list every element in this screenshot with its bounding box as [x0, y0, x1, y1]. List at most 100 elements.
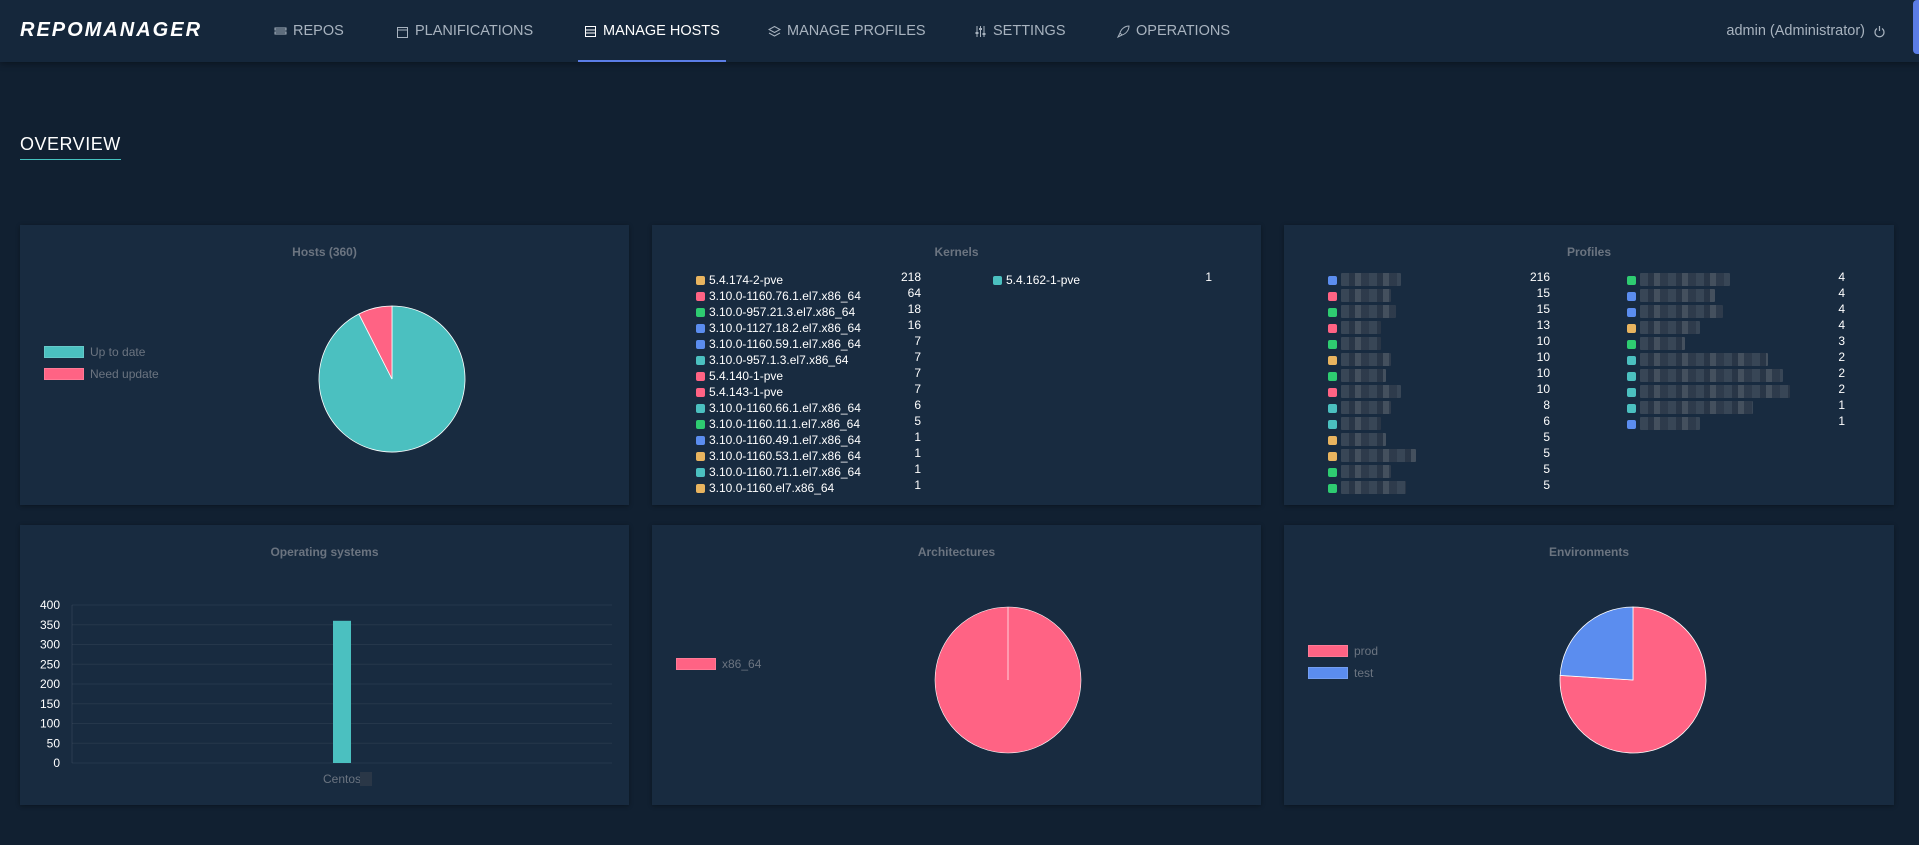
profile-row[interactable]: 13	[1328, 318, 1556, 336]
redacted-name	[1640, 337, 1685, 350]
profile-row[interactable]: 4	[1627, 302, 1853, 320]
kernel-count: 1	[914, 430, 921, 444]
color-swatch	[696, 340, 705, 349]
profile-row[interactable]: 10	[1328, 382, 1556, 400]
y-tick-label: 300	[40, 638, 60, 652]
profile-row[interactable]: 2	[1627, 366, 1853, 384]
color-swatch	[1328, 292, 1337, 301]
profile-row[interactable]: 15	[1328, 302, 1556, 320]
redacted-name	[1640, 321, 1700, 334]
profile-row[interactable]: 10	[1328, 350, 1556, 368]
color-swatch	[1328, 420, 1337, 429]
kernel-count: 16	[907, 318, 921, 332]
kernel-count: 1	[914, 446, 921, 460]
env-slice-test[interactable]	[1559, 606, 1634, 681]
nav-operations-label: OPERATIONS	[1136, 23, 1230, 39]
profile-row[interactable]: 1	[1627, 414, 1853, 432]
kernel-row[interactable]: 5.4.162-1-pve 1	[993, 270, 1223, 288]
profile-row[interactable]: 216	[1328, 270, 1556, 288]
kernel-name: 3.10.0-957.21.3.el7.x86_64	[709, 305, 856, 319]
redacted-name	[1640, 401, 1753, 414]
profile-row[interactable]: 1	[1627, 398, 1853, 416]
nav-manage-hosts[interactable]: MANAGE HOSTS	[578, 0, 726, 62]
profile-count: 1	[1838, 398, 1845, 412]
profile-count: 10	[1536, 382, 1550, 396]
bar-centos[interactable]	[333, 620, 351, 763]
profiles-list-1: 216 15 15 13 10 10 10 10 8 6 5 5 5 5	[1328, 270, 1556, 496]
profile-count: 6	[1543, 414, 1550, 428]
redacted-name	[1640, 289, 1715, 302]
redacted-name	[1640, 369, 1783, 382]
color-swatch	[696, 484, 705, 493]
profile-row[interactable]: 2	[1627, 350, 1853, 368]
power-icon[interactable]	[1873, 25, 1886, 38]
redacted-name	[1640, 273, 1730, 286]
redacted-name	[1341, 417, 1381, 430]
redacted-name	[1341, 353, 1391, 366]
profile-count: 4	[1838, 318, 1845, 332]
profile-row[interactable]: 10	[1328, 366, 1556, 384]
redacted-name	[1341, 369, 1386, 382]
color-swatch	[1328, 372, 1337, 381]
nav-planifications-label: PLANIFICATIONS	[415, 23, 534, 39]
profile-row[interactable]: 15	[1328, 286, 1556, 304]
nav-planifications[interactable]: PLANIFICATIONS	[396, 0, 533, 62]
profile-row[interactable]: 5	[1328, 462, 1556, 480]
profile-row[interactable]: 6	[1328, 414, 1556, 432]
user-menu[interactable]: admin (Administrator)	[1726, 0, 1886, 62]
layers-icon	[768, 25, 781, 37]
app-logo[interactable]: REPOMANAGER	[20, 19, 202, 42]
side-panel-tab[interactable]	[1913, 0, 1919, 54]
kernel-name: 3.10.0-1127.18.2.el7.x86_64	[709, 321, 861, 335]
profile-count: 3	[1838, 334, 1845, 348]
profile-row[interactable]: 5	[1328, 478, 1556, 496]
redacted-name	[1640, 305, 1723, 318]
profile-row[interactable]: 4	[1627, 270, 1853, 288]
color-swatch	[696, 468, 705, 477]
color-swatch	[1328, 356, 1337, 365]
arch-pie-chart	[934, 606, 1082, 754]
profile-count: 15	[1536, 302, 1550, 316]
kernel-count: 18	[907, 302, 921, 316]
nav-operations[interactable]: OPERATIONS	[1117, 0, 1230, 62]
color-swatch	[1328, 452, 1337, 461]
color-swatch	[696, 452, 705, 461]
profile-count: 8	[1543, 398, 1550, 412]
redacted-label	[360, 772, 372, 786]
redacted-name	[1341, 449, 1416, 462]
profile-row[interactable]: 4	[1627, 286, 1853, 304]
profile-row[interactable]: 10	[1328, 334, 1556, 352]
profile-row[interactable]: 4	[1627, 318, 1853, 336]
nav-manage-hosts-label: MANAGE HOSTS	[603, 23, 720, 39]
color-swatch	[1328, 276, 1337, 285]
profile-row[interactable]: 5	[1328, 430, 1556, 448]
kernel-count: 7	[914, 366, 921, 380]
profile-row[interactable]: 2	[1627, 382, 1853, 400]
nav-manage-profiles[interactable]: MANAGE PROFILES	[768, 0, 926, 62]
kernel-count: 7	[914, 350, 921, 364]
redacted-name	[1341, 385, 1401, 398]
color-swatch	[696, 420, 705, 429]
kernel-row[interactable]: 3.10.0-1160.el7.x86_64 1	[696, 478, 936, 496]
profile-count: 2	[1838, 382, 1845, 396]
color-swatch	[696, 292, 705, 301]
profile-row[interactable]: 5	[1328, 446, 1556, 464]
kernel-count: 5	[914, 414, 921, 428]
sliders-icon	[975, 25, 986, 37]
profile-row[interactable]: 3	[1627, 334, 1853, 352]
redacted-name	[1341, 433, 1386, 446]
profile-row[interactable]: 8	[1328, 398, 1556, 416]
profile-count: 216	[1529, 270, 1550, 284]
profiles-list-2: 4 4 4 4 3 2 2 2 1 1	[1627, 270, 1853, 432]
color-swatch	[1627, 276, 1636, 285]
profiles-title: Profiles	[1566, 245, 1611, 259]
nav-repos[interactable]: REPOS	[274, 0, 344, 62]
redacted-name	[1341, 273, 1401, 286]
nav-settings[interactable]: SETTINGS	[974, 0, 1066, 62]
color-swatch	[696, 372, 705, 381]
kernels-panel: Kernels 5.4.174-2-pve 218 3.10.0-1160.76.1…	[652, 225, 1261, 505]
kernel-count: 218	[900, 270, 921, 284]
y-tick-label: 200	[40, 677, 60, 691]
redacted-name	[1341, 321, 1381, 334]
os-bar-chart: 0 50 100 150 200 250 300 350 400 Centos	[40, 598, 612, 786]
